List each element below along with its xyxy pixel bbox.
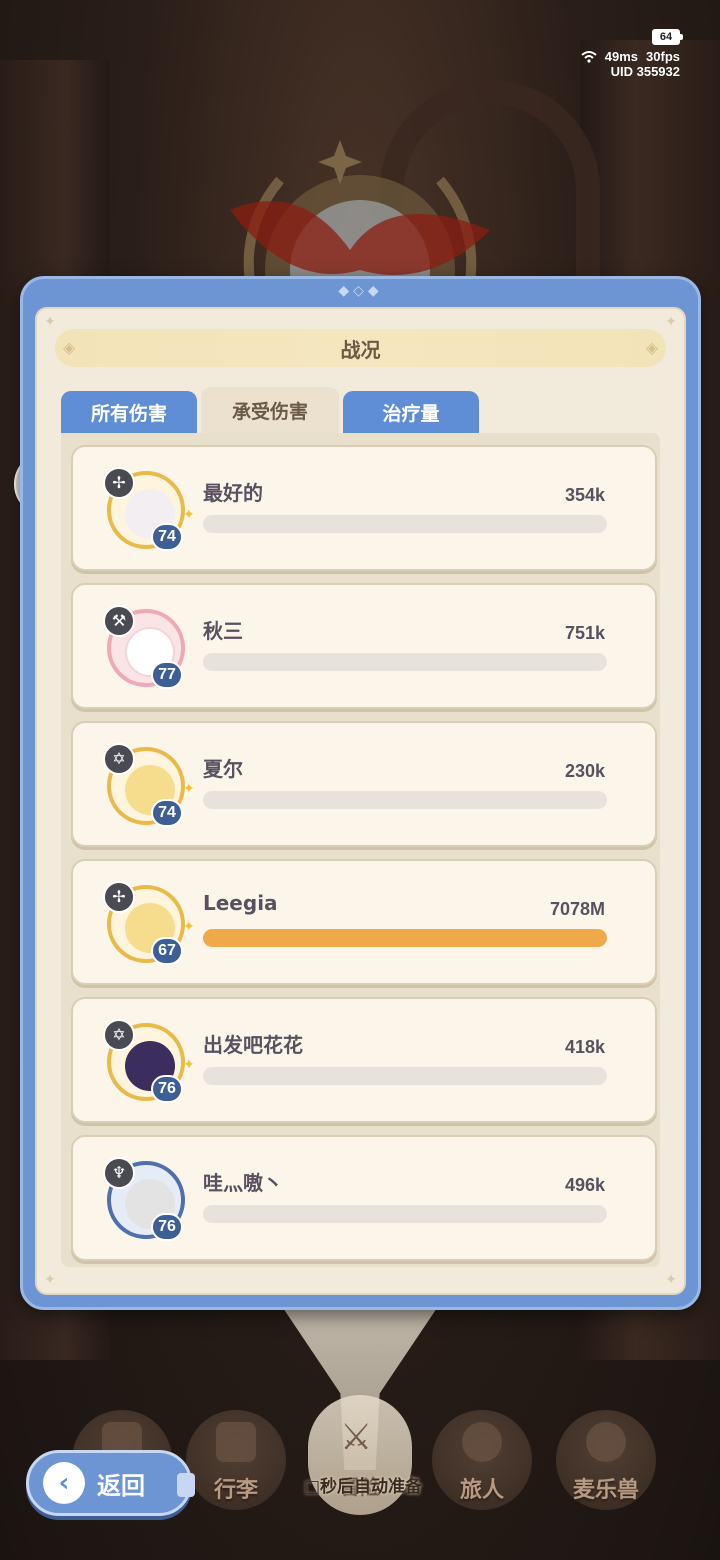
corner-ornament: ✦ (44, 1272, 56, 1288)
damage-bar (203, 791, 607, 809)
level-badge: 67 (151, 937, 183, 965)
avatar: ⚒ 77 (103, 605, 189, 691)
corner-ornament: ✦ (665, 1272, 677, 1288)
tab-healing[interactable]: 治疗量 (343, 391, 479, 433)
dialog-title: 战况 (340, 337, 381, 362)
nav-pets[interactable]: 麦乐兽 (556, 1410, 656, 1530)
player-row: ♆ 76 哇灬嗷丶 496k (71, 1135, 657, 1261)
damage-bar (203, 515, 607, 533)
player-row: ✡ ✦ 76 出发吧花花 418k (71, 997, 657, 1123)
damage-bar (203, 1067, 607, 1085)
dialog-body: ✦ ✦ ✦ ✦ ◈ 战况 ◈ 所有伤害 承受伤害 治疗量 ✢ ✦ 74 最好的 (35, 307, 686, 1295)
damage-value: 7078M (549, 899, 605, 919)
wifi-icon (581, 50, 597, 63)
nav-luggage-label: 行李 (213, 1478, 258, 1503)
level-badge: 74 (151, 523, 183, 551)
crossed-swords-icon: ⚔ (340, 1417, 373, 1458)
sparkle-icon: ✦ (183, 1057, 195, 1073)
player-name: 秋三 (203, 619, 243, 643)
stats-tabs: 所有伤害 承受伤害 治疗量 (61, 387, 479, 433)
nav-adventure[interactable]: ⚔ 冒险 (308, 1395, 412, 1515)
player-row: ⚒ 77 秋三 751k (71, 583, 657, 709)
avatar: ✡ ✦ 76 (103, 1019, 195, 1105)
player-row: ✡ ✦ 74 夏尔 230k (71, 721, 657, 847)
player-name: 最好的 (203, 481, 263, 505)
damage-value: 230k (564, 761, 605, 781)
back-button[interactable]: ‹ 返回 (26, 1450, 195, 1516)
luggage-icon (216, 1422, 256, 1462)
avatar: ♆ 76 (103, 1157, 189, 1243)
tab-all-damage[interactable]: 所有伤害 (61, 391, 197, 433)
sword-cross-icon: ✢ (103, 881, 135, 913)
damage-bar (203, 653, 607, 671)
nav-traveler[interactable]: 旅人 (432, 1410, 532, 1530)
status-hud: 64 49ms 30fps UID 355932 (581, 28, 683, 79)
tab-damage-taken[interactable]: 承受伤害 (201, 387, 339, 433)
corner-ornament: ✦ (44, 314, 56, 330)
damage-bar (203, 1205, 607, 1223)
nav-pets-label: 麦乐兽 (572, 1478, 639, 1503)
battery-indicator: 64 (652, 29, 683, 45)
player-name: 哇灬嗷丶 (203, 1171, 283, 1195)
dialog-title-bar: ◈ 战况 ◈ (55, 329, 666, 367)
avatar: ✢ ✦ 67 (103, 881, 195, 967)
player-stats-list: ✢ ✦ 74 最好的 354k ⚒ 77 秋三 751k ✡ ✦ 74 夏尔 2… (61, 433, 660, 1267)
ping-readout: 49ms (604, 49, 639, 64)
back-arrow-icon: ‹ (43, 1462, 85, 1504)
frame-diamond-ornament: ◆◇◆ (338, 283, 383, 299)
hexagram-icon: ✡ (103, 743, 135, 775)
sparkle-icon: ✦ (183, 781, 195, 797)
nav-traveler-label: 旅人 (459, 1478, 504, 1503)
damage-bar (203, 929, 607, 947)
sparkle-icon: ✦ (183, 507, 195, 523)
damage-value: 751k (564, 623, 605, 643)
player-row: ✢ ✦ 67 Leegia 7078M (71, 859, 657, 985)
back-button-tip (177, 1473, 195, 1497)
player-name: Leegia (203, 891, 278, 915)
back-button-label: 返回 (97, 1471, 145, 1500)
damage-value: 418k (564, 1037, 605, 1057)
diamond-icon: ◈ (63, 338, 76, 357)
player-name: 出发吧花花 (203, 1033, 303, 1057)
damage-value: 354k (564, 485, 605, 505)
auto-ready-countdown: □秒后自动准备 (303, 1477, 423, 1497)
avatar: ✢ ✦ 74 (103, 467, 195, 553)
trident-icon: ♆ (103, 1157, 135, 1189)
uid-readout: UID 355932 (610, 64, 680, 79)
sparkle-icon: ✦ (183, 919, 195, 935)
avatar: ✡ ✦ 74 (103, 743, 195, 829)
nav-luggage[interactable]: 行李 (186, 1410, 286, 1530)
player-name: 夏尔 (203, 757, 243, 781)
damage-bar-fill (203, 929, 607, 947)
level-badge: 76 (151, 1075, 183, 1103)
level-badge: 77 (151, 661, 183, 689)
sword-cross-icon: ✢ (103, 467, 135, 499)
level-badge: 74 (151, 799, 183, 827)
battle-stats-dialog: ◆◇◆ ✦ ✦ ✦ ✦ ◈ 战况 ◈ 所有伤害 承受伤害 治疗量 ✢ ✦ 74 (20, 276, 701, 1310)
diamond-icon: ◈ (645, 338, 658, 357)
corner-ornament: ✦ (665, 314, 677, 330)
hexagram-icon: ✡ (103, 1019, 135, 1051)
player-row: ✢ ✦ 74 最好的 354k (71, 445, 657, 571)
pickaxe-icon: ⚒ (103, 605, 135, 637)
fps-readout: 30fps (646, 49, 680, 64)
fox-icon (586, 1422, 626, 1462)
damage-value: 496k (564, 1175, 605, 1195)
level-badge: 76 (151, 1213, 183, 1241)
traveler-icon (462, 1422, 502, 1462)
